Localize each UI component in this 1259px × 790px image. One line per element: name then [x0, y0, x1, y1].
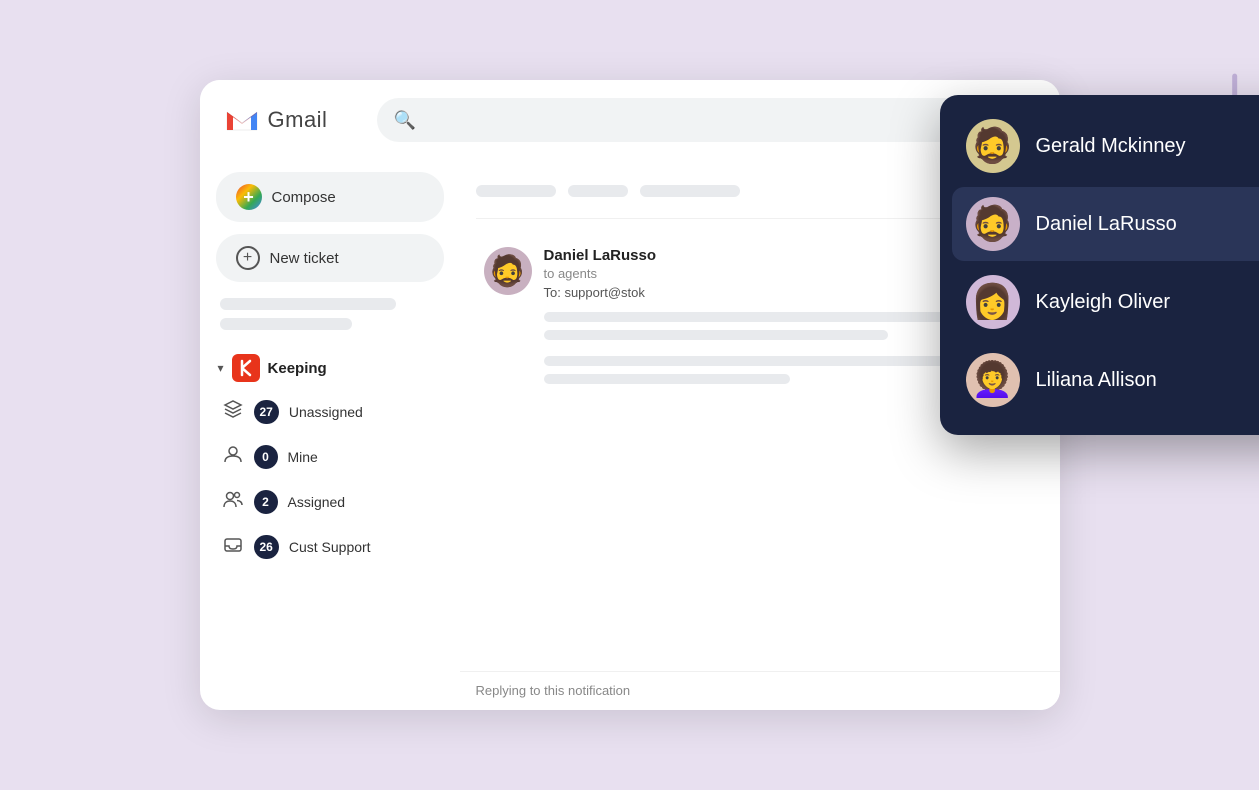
unassigned-label: Unassigned — [289, 404, 363, 420]
body-line-4 — [544, 374, 790, 384]
agent-item-kayleigh[interactable]: 👩 Kayleigh Oliver — [952, 265, 1259, 339]
cust-support-badge: 26 — [254, 535, 279, 559]
compose-button[interactable]: + Compose — [216, 172, 444, 222]
search-bar[interactable]: 🔍 — [377, 98, 971, 142]
compose-plus-icon: + — [236, 184, 262, 210]
body-line-1 — [544, 312, 987, 322]
layers-icon — [222, 399, 244, 424]
toolbar-placeholder-3 — [640, 185, 740, 197]
agent-avatar-liliana: 👩‍🦱 — [966, 353, 1020, 407]
mine-label: Mine — [288, 449, 318, 465]
gmail-logo: Gmail — [224, 102, 328, 138]
agent-name-kayleigh: Kayleigh Oliver — [1036, 291, 1171, 314]
gmail-topbar: Gmail 🔍 🎅 — [200, 80, 1060, 160]
assigned-badge: 2 — [254, 490, 278, 514]
outer-container: Gmail 🔍 🎅 + Compose + New ticket — [80, 45, 1180, 745]
keeping-logo — [232, 354, 260, 382]
agent-name-gerald: Gerald Mckinney — [1036, 135, 1186, 158]
agent-item-liliana[interactable]: 👩‍🦱 Liliana Allison — [952, 343, 1259, 417]
gmail-logo-icon — [224, 102, 260, 138]
gmail-main: + Compose + New ticket ▾ — [200, 160, 1060, 710]
unassigned-badge: 27 — [254, 400, 279, 424]
toolbar-placeholder-1 — [476, 185, 556, 197]
placeholder-line-2 — [220, 318, 352, 330]
sender-avatar: 🧔 — [484, 247, 532, 295]
agent-avatar-gerald: 🧔 — [966, 119, 1020, 173]
body-line-2 — [544, 330, 888, 340]
agent-item-daniel[interactable]: 🧔 Daniel LaRusso — [952, 187, 1259, 261]
placeholder-lines — [216, 298, 444, 330]
placeholder-line-1 — [220, 298, 396, 310]
mine-badge: 0 — [254, 445, 278, 469]
new-ticket-button[interactable]: + New ticket — [216, 234, 444, 282]
sidebar-item-cust-support[interactable]: 26 Cust Support — [216, 527, 444, 566]
new-ticket-label: New ticket — [270, 250, 339, 267]
keeping-section: ▾ Keeping — [216, 350, 444, 566]
agent-avatar-kayleigh: 👩 — [966, 275, 1020, 329]
gmail-sidebar: + Compose + New ticket ▾ — [200, 160, 460, 710]
people-icon — [222, 489, 244, 514]
agents-panel: 🧔 Gerald Mckinney 🧔 Daniel LaRusso 👩 Kay… — [940, 95, 1259, 435]
sidebar-item-unassigned[interactable]: 27 Unassigned — [216, 392, 444, 431]
sidebar-item-assigned[interactable]: 2 Assigned — [216, 482, 444, 521]
assigned-label: Assigned — [288, 494, 346, 510]
toolbar-placeholder-2 — [568, 185, 628, 197]
keeping-label: Keeping — [268, 360, 327, 377]
body-line-3 — [544, 356, 987, 366]
person-icon — [222, 444, 244, 469]
keeping-logo-svg — [237, 359, 255, 377]
agent-item-gerald[interactable]: 🧔 Gerald Mckinney — [952, 109, 1259, 183]
new-ticket-icon: + — [236, 246, 260, 270]
gmail-window: Gmail 🔍 🎅 + Compose + New ticket — [200, 80, 1060, 710]
agent-name-liliana: Liliana Allison — [1036, 369, 1157, 392]
keeping-header: ▾ Keeping — [216, 350, 444, 386]
inbox-icon — [222, 534, 244, 559]
chevron-icon: ▾ — [218, 361, 224, 375]
agent-avatar-daniel: 🧔 — [966, 197, 1020, 251]
sidebar-item-mine[interactable]: 0 Mine — [216, 437, 444, 476]
notification-bar: Replying to this notification — [460, 671, 1060, 710]
gmail-title: Gmail — [268, 107, 328, 133]
search-icon: 🔍 — [393, 110, 415, 131]
notification-text: Replying to this notification — [476, 683, 631, 698]
compose-label: Compose — [272, 189, 336, 206]
agent-name-daniel: Daniel LaRusso — [1036, 213, 1177, 236]
cust-support-label: Cust Support — [289, 539, 371, 555]
